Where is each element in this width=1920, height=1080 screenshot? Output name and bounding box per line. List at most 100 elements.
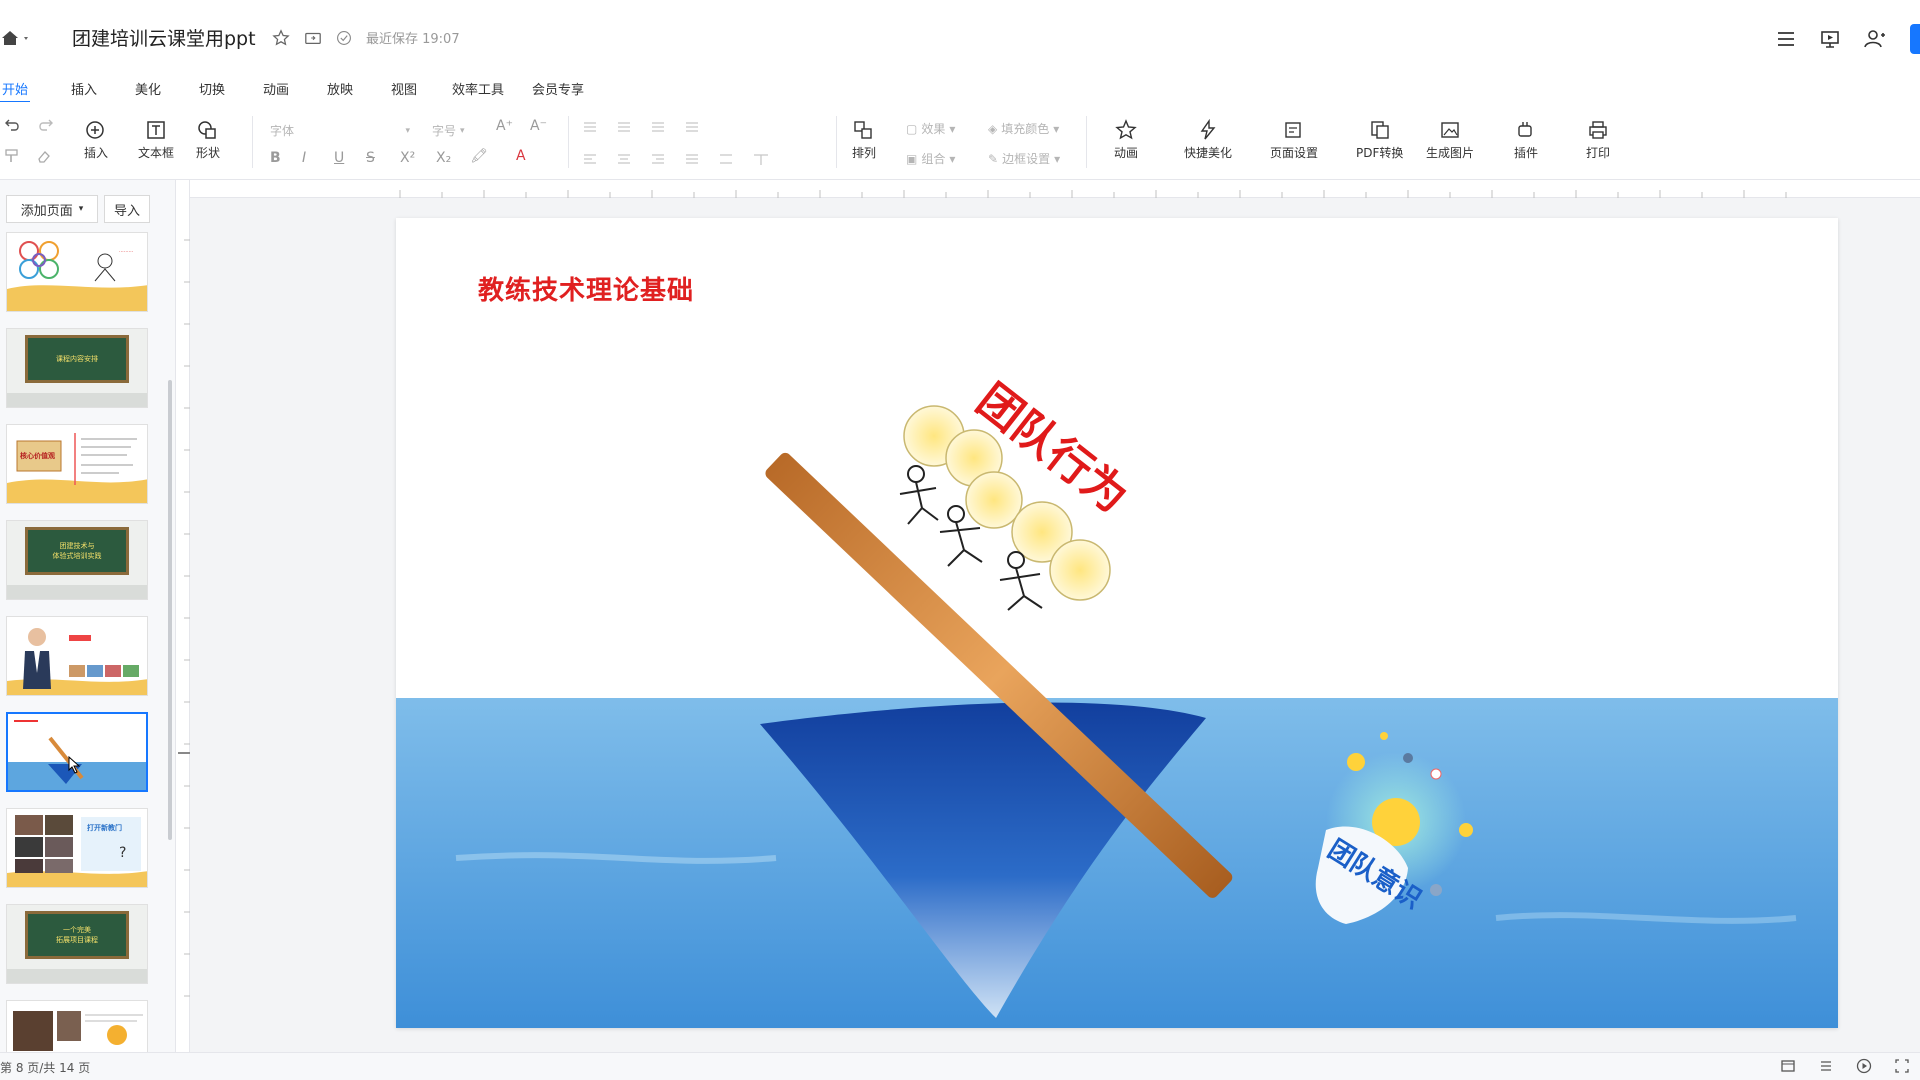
star-icon[interactable]: [272, 28, 290, 47]
align-icons[interactable]: [582, 152, 772, 166]
underline-icon[interactable]: U: [334, 150, 344, 166]
add-page-button[interactable]: 添加页面 ▾: [6, 195, 98, 223]
slide-thumbnail-8[interactable]: 一个完美 拓展项目课程: [6, 904, 148, 984]
share-user-icon[interactable]: [1864, 29, 1886, 49]
tab-start[interactable]: 开始: [0, 76, 30, 103]
generate-image-button[interactable]: 生成图片: [1426, 118, 1474, 161]
add-circle-icon: [86, 121, 104, 139]
slide-thumbnail-5[interactable]: [6, 616, 148, 696]
decrease-font-icon[interactable]: A⁻: [530, 118, 547, 134]
insert-button[interactable]: 插入: [84, 118, 108, 161]
tab-view[interactable]: 视图: [384, 76, 424, 101]
menu-bar: 开始 插入 美化 切换 动画 放映 视图 效率工具 会员专享: [0, 76, 1920, 103]
print-button[interactable]: 打印: [1586, 118, 1610, 161]
thumb-3-art: [7, 425, 147, 503]
tab-transition[interactable]: 切换: [192, 76, 232, 101]
printer-icon: [1589, 121, 1607, 139]
shape-icon: [198, 121, 216, 139]
slide-thumbnail-1[interactable]: ·········: [6, 232, 148, 312]
import-button[interactable]: 导入: [104, 195, 150, 223]
eraser-icon[interactable]: [36, 148, 52, 164]
title-bar: 团建培训云课堂用ppt 最近保存 19:07: [0, 0, 1920, 76]
slide-thumbnail-7[interactable]: ? 打开新教门: [6, 808, 148, 888]
bullet-list-icon[interactable]: [582, 120, 702, 134]
animation-button[interactable]: 动画: [1114, 118, 1138, 161]
border-settings-button[interactable]: ✎ 边框设置 ▾: [988, 150, 1060, 167]
pdf-convert-button[interactable]: PDF转换: [1356, 118, 1403, 161]
svg-text:?: ?: [119, 845, 126, 861]
textbox-icon: [147, 121, 165, 139]
page-setup-icon: [1285, 122, 1301, 138]
svg-text:·········: ·········: [119, 249, 134, 255]
thumb-6-art: [8, 714, 146, 790]
normal-view-icon[interactable]: [1780, 1058, 1796, 1074]
slide-thumbnail-6[interactable]: [6, 712, 148, 792]
textbox-button[interactable]: 文本框: [138, 118, 174, 161]
fill-color-button[interactable]: ◈ 填充颜色 ▾: [988, 120, 1059, 137]
tab-member[interactable]: 会员专享: [528, 76, 588, 101]
undo-icon[interactable]: [4, 118, 22, 132]
lightning-icon: [1200, 119, 1216, 140]
thumb-1-art: ·········: [7, 233, 147, 311]
thumb-9-art: [7, 1001, 147, 1052]
thumb-5-art: [7, 617, 147, 695]
pdf-icon: [1370, 121, 1389, 139]
arrange-button[interactable]: 排列: [852, 118, 876, 161]
play-icon[interactable]: [1856, 1058, 1872, 1074]
font-size-select[interactable]: 字号 ▾: [432, 122, 472, 139]
strikethrough-icon[interactable]: S: [366, 150, 375, 166]
font-color-icon[interactable]: A: [516, 148, 526, 164]
present-icon[interactable]: [1820, 29, 1840, 49]
share-button[interactable]: [1910, 24, 1920, 54]
home-icon: [2, 31, 28, 45]
slide-thumbnail-9[interactable]: [6, 1000, 148, 1052]
format-painter-icon[interactable]: [4, 148, 20, 164]
effect-button[interactable]: ▢ 效果 ▾: [906, 120, 955, 137]
iceberg-illustration[interactable]: 团队行为 团队意识: [396, 218, 1838, 1028]
slide-thumbnail-panel: 添加页面 ▾ 导入 ········· 课程内容安排 核心价值观 团建技术与 体…: [0, 180, 176, 1052]
plugin-button[interactable]: 插件: [1514, 118, 1538, 161]
page-indicator: 第 8 页/共 14 页: [0, 1061, 91, 1075]
status-bar: 第 8 页/共 14 页: [0, 1052, 1920, 1080]
menu-icon[interactable]: [1776, 30, 1796, 48]
saved-check-icon: [337, 30, 351, 45]
tab-insert[interactable]: 插入: [64, 76, 104, 101]
bold-icon[interactable]: B: [270, 150, 281, 166]
page-setup-button[interactable]: 页面设置: [1270, 118, 1318, 161]
horizontal-ruler-ticks: [399, 190, 1787, 198]
folder-icon[interactable]: [304, 29, 322, 47]
star-animation-icon: [1115, 119, 1137, 140]
superscript-icon[interactable]: X²: [400, 150, 415, 166]
increase-font-icon[interactable]: A⁺: [496, 118, 513, 134]
vertical-ruler: [176, 180, 190, 1052]
vertical-ruler-ticks: [178, 239, 190, 997]
plugin-icon: [1518, 122, 1532, 137]
slide-thumbnail-2[interactable]: 课程内容安排: [6, 328, 148, 408]
outline-view-icon[interactable]: [1818, 1058, 1834, 1074]
tab-efficiency-tools[interactable]: 效率工具: [448, 76, 508, 101]
tab-beautify[interactable]: 美化: [128, 76, 168, 101]
tab-slideshow[interactable]: 放映: [320, 76, 360, 101]
fit-window-icon[interactable]: [1894, 1058, 1910, 1074]
mouse-cursor-icon: [68, 756, 81, 774]
arrange-icon: [854, 121, 872, 139]
home-button[interactable]: [0, 26, 34, 50]
thumbnail-scrollbar[interactable]: [168, 380, 172, 840]
horizontal-ruler: [190, 180, 1920, 198]
ribbon-toolbar: 插入 文本框 形状 字体 ▾ 字号 ▾ A⁺ A⁻ B I U S X² X₂ 🖍 …: [0, 102, 1920, 180]
thumb-7-art: ?: [7, 809, 147, 887]
quick-beautify-button[interactable]: 快捷美化: [1184, 118, 1232, 161]
font-family-select[interactable]: 字体 ▾: [270, 122, 410, 139]
tab-animation[interactable]: 动画: [256, 76, 296, 101]
combine-button[interactable]: ▣ 组合 ▾: [906, 150, 955, 167]
italic-icon[interactable]: I: [302, 150, 306, 166]
redo-icon[interactable]: [36, 118, 54, 132]
document-title[interactable]: 团建培训云课堂用ppt: [72, 24, 256, 51]
subscript-icon[interactable]: X₂: [436, 150, 451, 166]
highlight-icon[interactable]: 🖍: [470, 148, 488, 164]
current-slide[interactable]: 教练技术理论基础 团队行为 团队意识: [396, 218, 1838, 1028]
slide-thumbnail-4[interactable]: 团建技术与 体验式培训实践: [6, 520, 148, 600]
slide-thumbnail-3[interactable]: 核心价值观: [6, 424, 148, 504]
shape-button[interactable]: 形状: [196, 118, 220, 161]
save-status: 最近保存 19:07: [366, 32, 460, 47]
